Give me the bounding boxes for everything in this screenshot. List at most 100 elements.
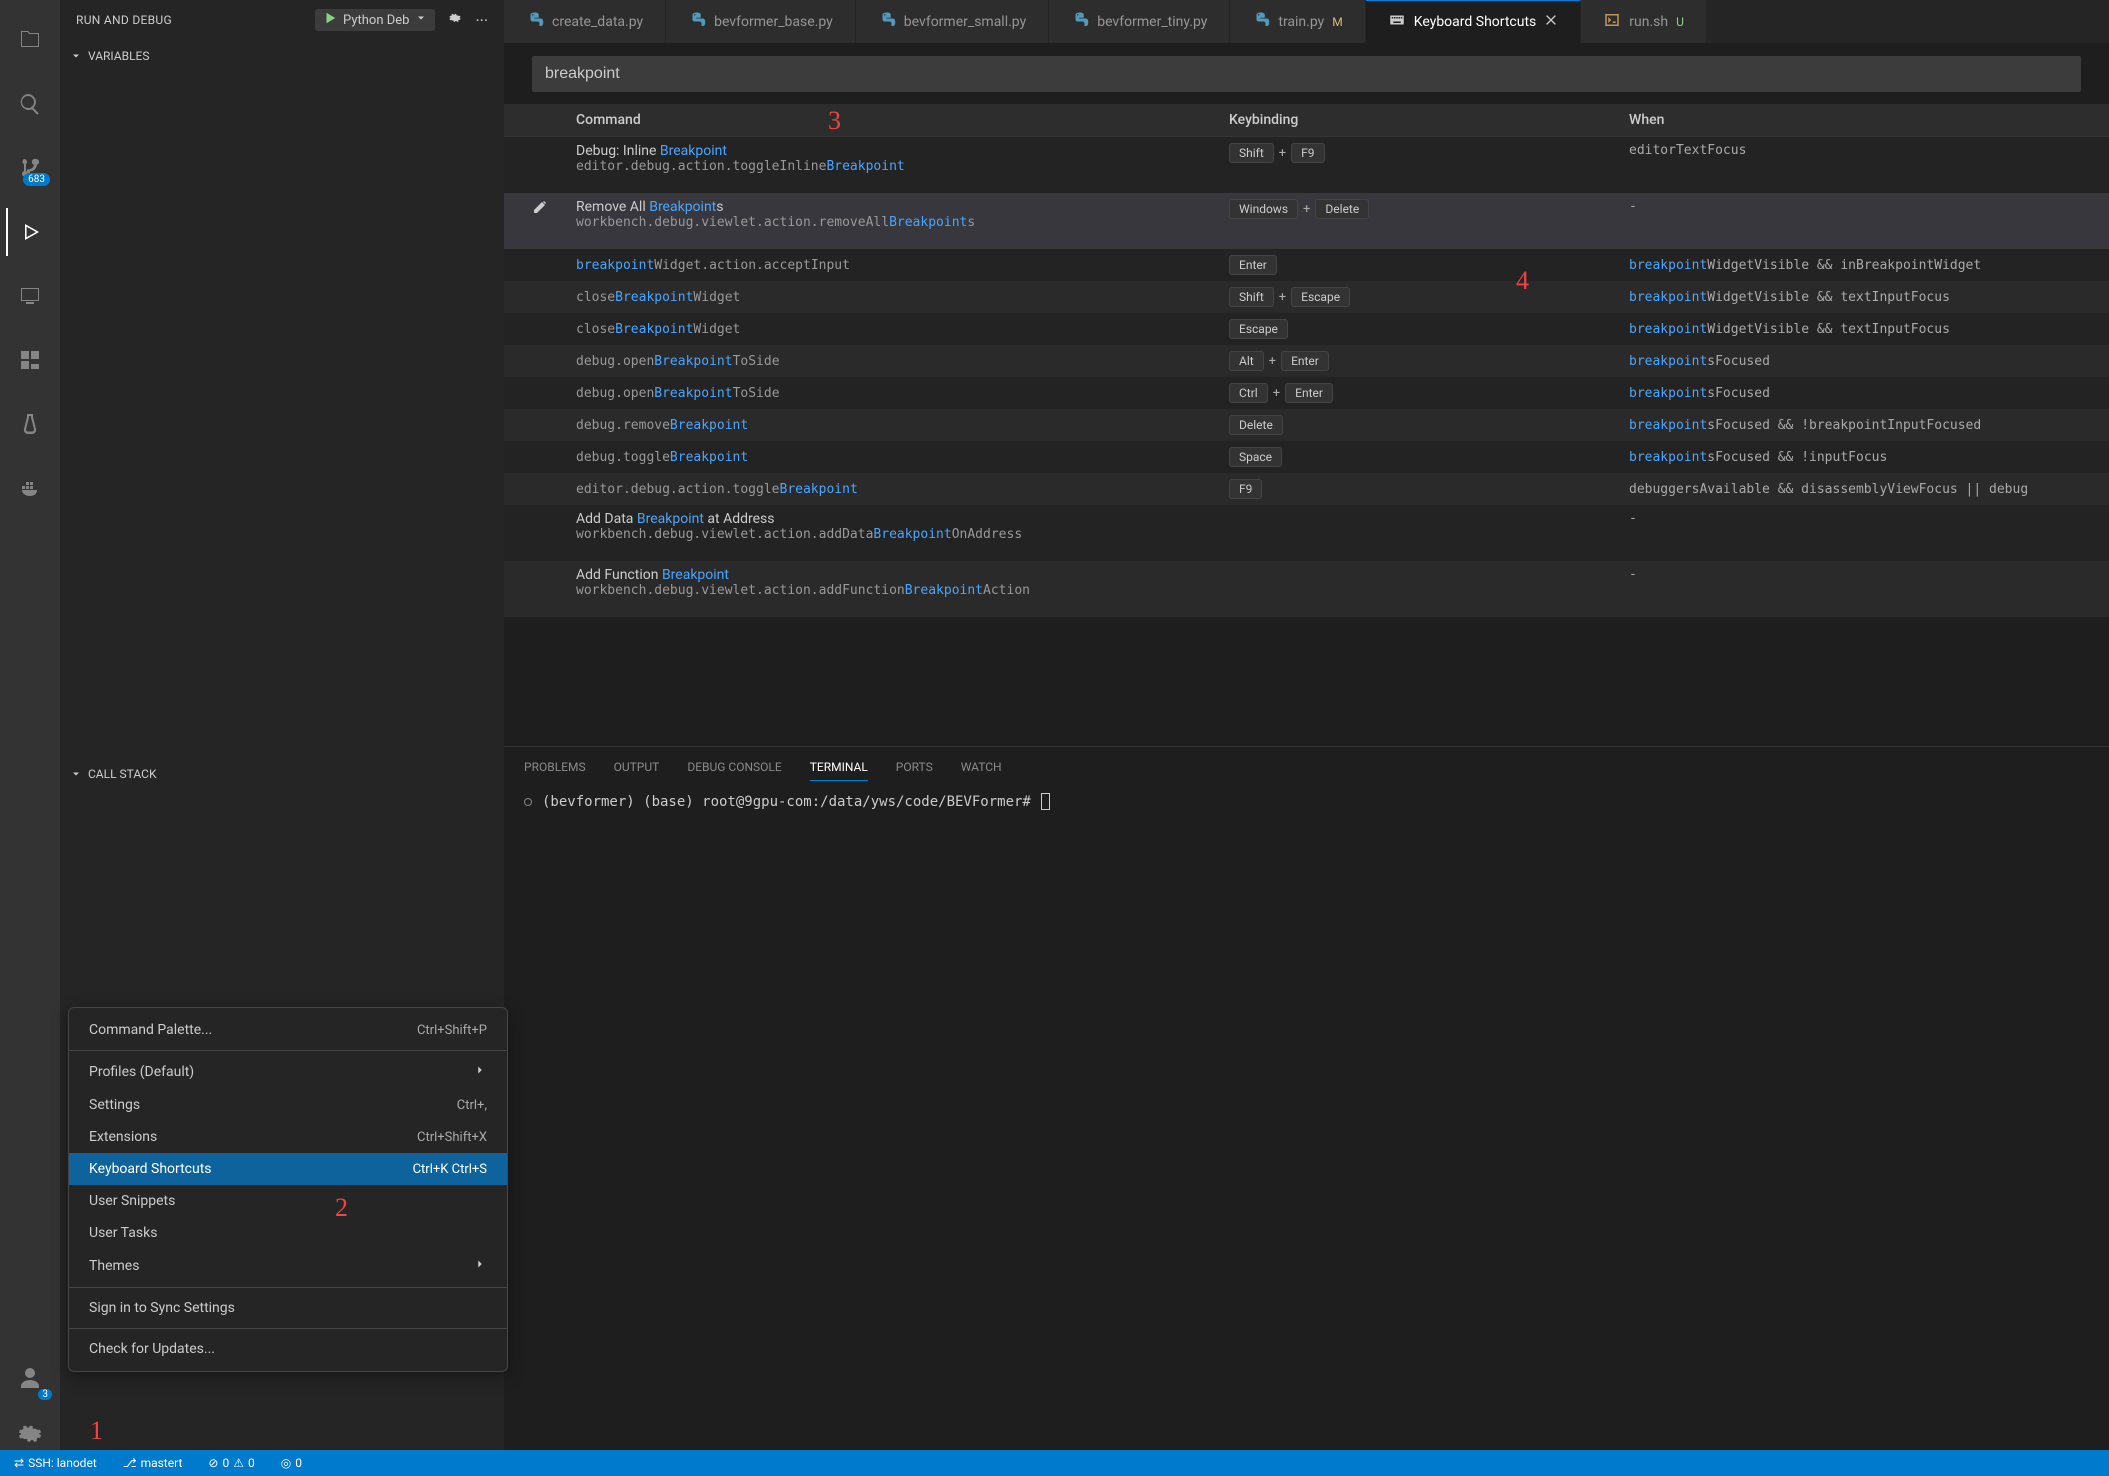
python-icon (688, 11, 706, 33)
debug-config-selector[interactable]: Python Deb (315, 9, 435, 31)
when-expression: breakpointWidgetVisible && textInputFocu… (1629, 290, 2109, 305)
shortcut-row[interactable]: closeBreakpointWidgetEscapebreakpointWid… (504, 313, 2109, 345)
when-expression: breakpointsFocused && !breakpointInputFo… (1629, 418, 2109, 433)
col-when[interactable]: When (1629, 112, 2109, 128)
status-bar: ⇄ SSH: lanodet ⎇ mastert ⊘ 0 ⚠ 0 ◎ 0 (0, 1450, 2109, 1476)
chevron-right-icon (473, 1063, 487, 1081)
tab-bevformer-tiny-py[interactable]: bevformer_tiny.py (1049, 0, 1230, 43)
keybinding: Alt+Enter (1229, 351, 1629, 371)
panel-tab-debug-console[interactable]: DEBUG CONSOLE (687, 754, 781, 780)
shell-icon (1603, 11, 1621, 33)
python-icon (1252, 11, 1270, 33)
keybinding: Shift+Escape (1229, 287, 1629, 307)
menu-shortcut: Ctrl+Shift+P (417, 1023, 487, 1038)
menu-item-user-tasks[interactable]: User Tasks (69, 1217, 507, 1249)
tab-bevformer-base-py[interactable]: bevformer_base.py (666, 0, 856, 43)
col-keybinding[interactable]: Keybinding (1229, 112, 1629, 128)
shortcut-row[interactable]: Add Data Breakpoint at Addressworkbench.… (504, 505, 2109, 561)
remote-explorer-icon[interactable] (6, 272, 54, 320)
search-icon[interactable] (6, 80, 54, 128)
shortcut-search-input[interactable] (532, 56, 2081, 92)
tab-create-data-py[interactable]: create_data.py (504, 0, 666, 43)
menu-item-profiles-default-[interactable]: Profiles (Default) (69, 1055, 507, 1089)
menu-label: Themes (89, 1258, 139, 1274)
extensions-icon[interactable] (6, 336, 54, 384)
panel-tab-output[interactable]: OUTPUT (614, 754, 660, 780)
when-expression: breakpointWidgetVisible && inBreakpointW… (1629, 258, 2109, 273)
when-expression: - (1629, 567, 2109, 582)
docker-icon[interactable] (6, 464, 54, 512)
command-id: debug.toggleBreakpoint (576, 450, 1229, 465)
shortcut-row[interactable]: breakpointWidget.action.acceptInputEnter… (504, 249, 2109, 281)
menu-item-check-for-updates-[interactable]: Check for Updates... (69, 1333, 507, 1365)
bottom-panel: PROBLEMS OUTPUT DEBUG CONSOLE TERMINAL PORTS… (504, 746, 2109, 1476)
shortcut-row[interactable]: debug.removeBreakpointDeletebreakpointsF… (504, 409, 2109, 441)
tab-keyboard-shortcuts[interactable]: Keyboard Shortcuts (1366, 0, 1582, 43)
tab-bevformer-small-py[interactable]: bevformer_small.py (856, 0, 1049, 43)
keybinding: Enter (1229, 255, 1629, 275)
more-icon[interactable]: ··· (475, 11, 488, 30)
shortcut-row[interactable]: debug.openBreakpointToSideCtrl+Enterbrea… (504, 377, 2109, 409)
menu-item-keyboard-shortcuts[interactable]: Keyboard ShortcutsCtrl+K Ctrl+S (69, 1153, 507, 1185)
tab-untracked-indicator: U (1676, 15, 1684, 29)
tab-label: create_data.py (552, 14, 643, 30)
tab-label: bevformer_base.py (714, 14, 833, 30)
run-debug-icon[interactable] (6, 208, 54, 256)
menu-label: Command Palette... (89, 1022, 212, 1038)
panel-tab-problems[interactable]: PROBLEMS (524, 754, 586, 780)
debug-config-label: Python Deb (343, 13, 409, 28)
explorer-icon[interactable] (6, 16, 54, 64)
when-expression: editorTextFocus (1629, 143, 2109, 158)
keybinding: Windows+Delete (1229, 199, 1629, 219)
menu-item-settings[interactable]: SettingsCtrl+, (69, 1089, 507, 1121)
menu-item-sign-in-to-sync-settings[interactable]: Sign in to Sync Settings (69, 1292, 507, 1324)
col-command[interactable]: Command (576, 112, 1229, 128)
python-icon (526, 11, 544, 33)
shortcut-row[interactable]: Debug: Inline Breakpointeditor.debug.act… (504, 137, 2109, 193)
shortcut-row[interactable]: closeBreakpointWidgetShift+Escapebreakpo… (504, 281, 2109, 313)
status-ports[interactable]: ◎ 0 (275, 1456, 308, 1470)
shortcut-row[interactable]: Remove All Breakpointsworkbench.debug.vi… (504, 193, 2109, 249)
menu-item-extensions[interactable]: ExtensionsCtrl+Shift+X (69, 1121, 507, 1153)
variables-section-header[interactable]: VARIABLES (60, 40, 504, 72)
settings-context-menu: Command Palette... Ctrl+Shift+P Profiles (… (68, 1007, 508, 1372)
menu-label: Keyboard Shortcuts (89, 1161, 212, 1177)
pencil-icon[interactable] (532, 199, 548, 219)
menu-label: User Snippets (89, 1193, 175, 1209)
when-expression: breakpointsFocused (1629, 354, 2109, 369)
panel-title: RUN AND DEBUG (76, 13, 172, 27)
menu-item-user-snippets[interactable]: User Snippets (69, 1185, 507, 1217)
status-problems[interactable]: ⊘ 0 ⚠ 0 (202, 1456, 260, 1470)
command-id: closeBreakpointWidget (576, 322, 1229, 337)
menu-item-themes[interactable]: Themes (69, 1249, 507, 1283)
menu-label: Check for Updates... (89, 1341, 215, 1357)
chevron-down-icon (415, 12, 427, 28)
panel-tab-watch[interactable]: WATCH (961, 754, 1002, 780)
status-ssh[interactable]: ⇄ SSH: lanodet (8, 1456, 103, 1470)
status-branch[interactable]: ⎇ mastert (117, 1456, 189, 1470)
callstack-section-header[interactable]: CALL STACK (60, 758, 504, 790)
shortcut-row[interactable]: debug.toggleBreakpointSpacebreakpointsFo… (504, 441, 2109, 473)
shortcut-row[interactable]: debug.openBreakpointToSideAlt+Enterbreak… (504, 345, 2109, 377)
terminal-body[interactable]: (bevformer) (base) root@9gpu-com:/data/y… (504, 787, 2109, 816)
panel-tab-ports[interactable]: PORTS (896, 754, 933, 780)
panel-tab-terminal[interactable]: TERMINAL (810, 754, 868, 781)
radio-icon: ◎ (281, 1456, 291, 1470)
keybinding: Escape (1229, 319, 1629, 339)
shortcut-row[interactable]: Add Function Breakpointworkbench.debug.v… (504, 561, 2109, 617)
account-icon[interactable]: 3 (6, 1354, 54, 1402)
menu-label: Extensions (89, 1129, 157, 1145)
shortcut-row[interactable]: editor.debug.action.toggleBreakpointF9de… (504, 473, 2109, 505)
command-id: debug.openBreakpointToSide (576, 386, 1229, 401)
gear-icon[interactable] (449, 12, 461, 28)
menu-item-command-palette-[interactable]: Command Palette... Ctrl+Shift+P (69, 1014, 507, 1046)
source-control-icon[interactable]: 683 (6, 144, 54, 192)
tab-run-sh[interactable]: run.shU (1581, 0, 1707, 43)
keybinding: Space (1229, 447, 1629, 467)
tab-modified-indicator: M (1332, 15, 1342, 29)
tab-label: train.py (1278, 14, 1324, 30)
testing-icon[interactable] (6, 400, 54, 448)
keybinding: Delete (1229, 415, 1629, 435)
close-icon[interactable] (1544, 13, 1558, 31)
tab-train-py[interactable]: train.py M (1230, 0, 1365, 43)
